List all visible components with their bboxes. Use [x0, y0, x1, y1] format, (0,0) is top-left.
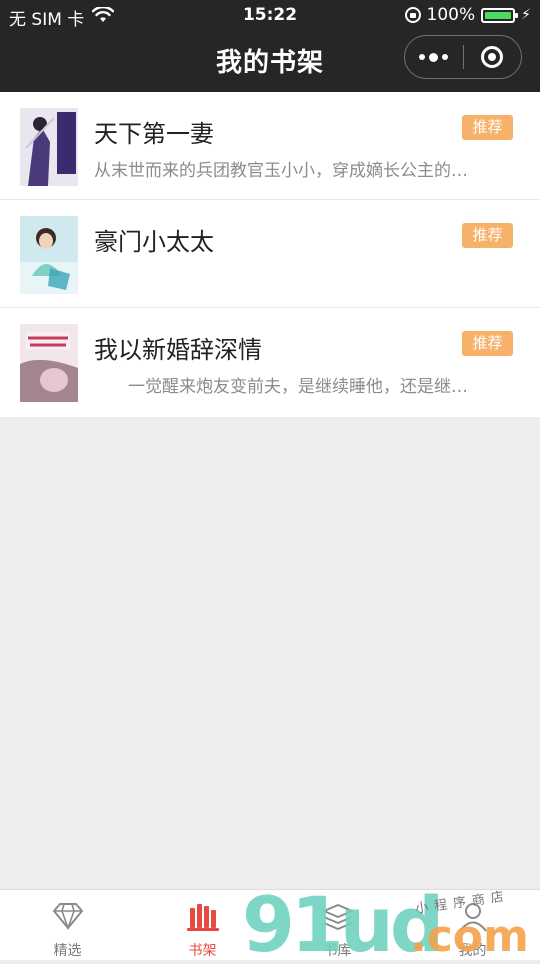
recommend-badge: 推荐	[462, 223, 513, 248]
charging-bolt-icon: ⚡	[521, 7, 531, 23]
miniprogram-capsule	[404, 35, 522, 79]
more-dot-icon	[429, 52, 439, 62]
more-dot-icon	[442, 54, 449, 60]
battery-icon	[481, 7, 519, 23]
status-bar: 无 SIM 卡 15:22 100% ⚡	[0, 0, 540, 30]
tab-featured[interactable]: 精选	[0, 890, 135, 960]
book-item[interactable]: 天下第一妻 从末世而来的兵团教官玉小小，穿成嫡长公主的… 推荐	[0, 92, 540, 200]
book-title: 我以新婚辞深情	[94, 336, 262, 364]
bookshelf-icon	[186, 902, 220, 936]
tab-label: 书架	[188, 943, 217, 959]
book-description: 一觉醒来炮友变前夫，是继续睡他，还是继…	[94, 377, 468, 397]
tab-label: 书库	[323, 943, 352, 959]
book-cover-image	[20, 324, 78, 402]
book-description: 从末世而来的兵团教官玉小小，穿成嫡长公主的…	[94, 161, 468, 181]
close-target-icon	[481, 46, 504, 68]
battery-percent: 100%	[426, 5, 476, 25]
book-title: 豪门小太太	[94, 228, 214, 256]
recommend-badge: 推荐	[462, 115, 513, 140]
book-item[interactable]: 我以新婚辞深情 一觉醒来炮友变前夫，是继续睡他，还是继… 推荐	[0, 308, 540, 417]
tab-bar: 精选 书架 书库 我的	[0, 889, 540, 960]
tab-label: 我的	[458, 943, 487, 959]
recommend-badge: 推荐	[462, 331, 513, 356]
book-list: 天下第一妻 从末世而来的兵团教官玉小小，穿成嫡长公主的… 推荐 豪门小太太 推荐	[0, 92, 540, 417]
tab-label: 精选	[53, 943, 82, 959]
more-button[interactable]	[405, 36, 463, 78]
status-right: 100% ⚡	[404, 5, 531, 25]
tab-mine[interactable]: 我的	[405, 890, 540, 960]
tab-bookshelf[interactable]: 书架	[135, 890, 270, 960]
rotation-lock-icon	[404, 7, 421, 23]
person-icon	[456, 902, 490, 936]
layers-icon	[321, 902, 355, 936]
tab-library[interactable]: 书库	[270, 890, 405, 960]
book-item[interactable]: 豪门小太太 推荐	[0, 200, 540, 308]
book-cover-image	[20, 108, 78, 186]
book-cover-image	[20, 216, 78, 294]
close-button[interactable]	[464, 36, 522, 78]
top-bar: 无 SIM 卡 15:22 100% ⚡ 我的书架	[0, 0, 540, 92]
diamond-icon	[51, 902, 85, 934]
title-bar: 我的书架	[0, 30, 540, 92]
book-title: 天下第一妻	[94, 120, 214, 148]
battery-fill	[485, 11, 512, 19]
more-dot-icon	[419, 54, 426, 60]
